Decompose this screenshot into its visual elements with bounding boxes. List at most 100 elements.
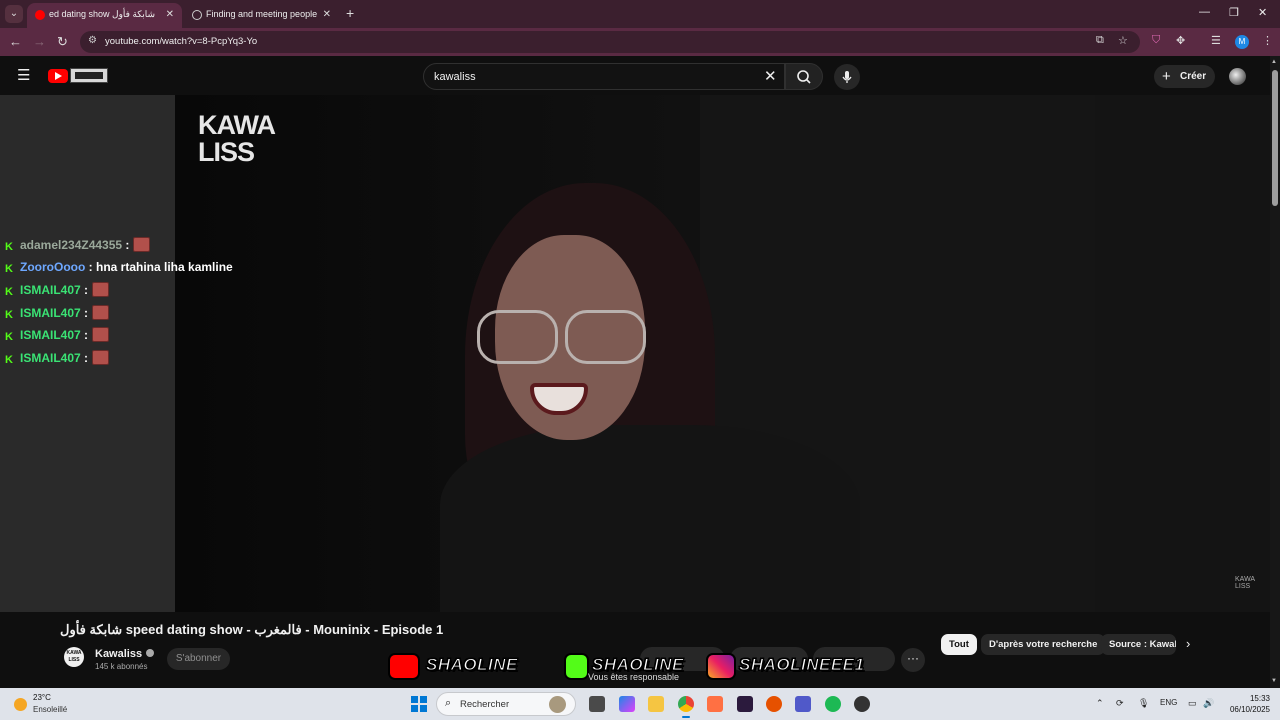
network-icon[interactable]: ▭ (1188, 698, 1197, 709)
weather-condition[interactable]: Ensoleillé (33, 705, 67, 714)
reading-list-icon[interactable]: ☰ (1211, 34, 1221, 47)
volume-icon[interactable]: 🔊 (1203, 698, 1214, 709)
browser-toolbar: ← → ↻ ⚙ youtube.com/watch?v=8-PcpYq3-Yo … (0, 28, 1280, 56)
subscriber-count: 145 k abonnés (95, 662, 148, 671)
account-avatar[interactable] (1229, 68, 1246, 85)
overlay-youtube-name: SHAOLINE (426, 655, 518, 675)
search-button[interactable] (785, 63, 823, 90)
verified-icon (146, 649, 155, 657)
notice-text: Vous êtes responsable (588, 672, 680, 682)
spotify-icon[interactable] (825, 696, 841, 712)
chat-separator: : (80, 350, 89, 365)
overlay-instagram-name: SHAOLINEEE1 (738, 655, 865, 675)
tab-youtube[interactable]: ed dating show شابكة فأول ✕ (27, 3, 182, 28)
temperature[interactable]: 23°C (33, 693, 51, 702)
scroll-thumb[interactable] (1272, 70, 1278, 206)
channel-name[interactable]: Kawaliss (95, 648, 155, 660)
tray-mic-icon[interactable]: 🎙 (1138, 698, 1149, 709)
task-view-icon[interactable] (589, 696, 605, 712)
chat-overlay: Kadamel234Z44355 : K ZooroOooo : hna rtahi… (5, 237, 245, 372)
chat-emote-icon (92, 327, 110, 342)
chat-username: ISMAIL407 (20, 283, 81, 297)
kick-icon (564, 653, 589, 680)
menu-hamburger-icon[interactable]: ☰ (17, 66, 30, 84)
extension-shield-icon[interactable]: ⛉ (1152, 34, 1160, 47)
search-icon (797, 70, 811, 84)
address-bar[interactable]: ⚙ youtube.com/watch?v=8-PcpYq3-Yo (80, 31, 1140, 53)
search-icon: ⌕ (445, 697, 452, 709)
clear-search-icon[interactable]: ✕ (764, 67, 777, 85)
tab-close-icon[interactable]: ✕ (323, 3, 331, 26)
chat-message: K ISMAIL407 : (5, 282, 245, 305)
reload-icon[interactable]: ↻ (57, 34, 68, 50)
chat-separator: : (80, 328, 89, 342)
install-app-icon[interactable]: ⧉ (1096, 34, 1104, 47)
window-close-icon[interactable]: ✕ (1258, 6, 1267, 19)
forward-icon[interactable]: → (33, 34, 46, 49)
extensions-puzzle-icon[interactable]: ✥ (1176, 34, 1185, 47)
file-explorer-icon[interactable] (648, 696, 664, 712)
teams-icon[interactable] (795, 696, 811, 712)
youtube-logo-icon[interactable] (48, 69, 68, 83)
url-text: youtube.com/watch?v=8-PcpYq3-Yo (105, 36, 258, 47)
chip-source[interactable]: Source : Kawaliss (1101, 634, 1176, 655)
tray-chevron-up-icon[interactable]: ⌃ (1096, 698, 1104, 709)
tab-finding-people[interactable]: Finding and meeting people ✕ (184, 3, 339, 28)
kawaliss-logo: KAWA LISS (198, 112, 276, 166)
visual-studio-icon[interactable] (737, 696, 753, 712)
chip-related-search[interactable]: D'après votre recherche (981, 634, 1106, 655)
chip-all[interactable]: Tout (941, 634, 977, 655)
chat-username: ISMAIL407 (20, 350, 81, 365)
taskbar-search-label: Rechercher (460, 699, 510, 710)
chat-username: ISMAIL407 (20, 305, 81, 320)
tab-title: Finding and meeting people (206, 9, 318, 19)
chat-message: K ISMAIL407 : (5, 327, 245, 350)
tab-close-icon[interactable]: ✕ (166, 3, 174, 26)
chat-emote-icon (92, 349, 110, 365)
instagram-icon (706, 653, 736, 680)
clock[interactable]: 15:33 06/10/2025 (1225, 693, 1270, 715)
page-scrollbar[interactable]: ▲ ▼ (1270, 56, 1280, 688)
channel-avatar[interactable]: KAWA LISS (64, 647, 84, 667)
obs-icon[interactable] (854, 696, 870, 712)
profile-avatar[interactable]: M (1235, 35, 1249, 49)
kick-badge-icon: K (5, 286, 13, 298)
plus-icon: + (1162, 68, 1171, 85)
create-button[interactable]: + Créer (1154, 65, 1215, 88)
microphone-icon (842, 71, 852, 83)
back-icon[interactable]: ← (9, 34, 22, 49)
subscribe-button[interactable]: S'abonner (167, 648, 230, 670)
new-tab-icon[interactable]: + (346, 5, 354, 21)
person-body (440, 425, 860, 612)
taskbar-search[interactable]: ⌕ Rechercher (436, 692, 576, 716)
youtube-favicon-icon (35, 10, 45, 20)
browser-menu-icon[interactable]: ⋮ (1262, 34, 1273, 47)
tray-sync-icon[interactable]: ⟳ (1116, 698, 1124, 709)
app-a-icon[interactable] (707, 696, 723, 712)
browser-tab-strip: ⌄ ed dating show شابكة فأول ✕ Finding an… (0, 0, 1280, 28)
chat-message: K ISMAIL407 : (5, 349, 245, 373)
search-input[interactable] (434, 68, 734, 86)
copilot-icon[interactable] (619, 696, 635, 712)
channel-watermark[interactable]: KAWA LISS (1235, 576, 1270, 590)
scroll-up-icon[interactable]: ▲ (1271, 59, 1277, 65)
sun-weather-icon[interactable] (14, 698, 27, 711)
minimize-icon[interactable]: — (1199, 6, 1210, 18)
chat-emote-icon (92, 304, 110, 320)
more-actions-button[interactable]: ··· (901, 648, 925, 672)
chevron-right-icon[interactable]: › (1186, 636, 1190, 651)
chat-separator: : (122, 238, 130, 252)
site-info-icon[interactable]: ⚙ (88, 35, 97, 46)
scroll-down-icon[interactable]: ▼ (1271, 678, 1277, 684)
kick-badge-icon: K (5, 308, 13, 321)
start-windows-icon[interactable] (411, 696, 427, 712)
chrome-icon[interactable] (678, 696, 694, 718)
firefox-icon[interactable] (766, 696, 782, 712)
youtube-doodle-logo[interactable] (70, 68, 108, 83)
bookmark-star-icon[interactable]: ☆ (1118, 34, 1128, 47)
language-indicator[interactable]: ENG (1160, 698, 1177, 707)
voice-search-button[interactable] (834, 64, 860, 90)
search-box: ✕ (423, 63, 785, 90)
restore-icon[interactable]: ❐ (1229, 6, 1239, 19)
tab-search-dropdown-icon[interactable]: ⌄ (5, 5, 23, 23)
